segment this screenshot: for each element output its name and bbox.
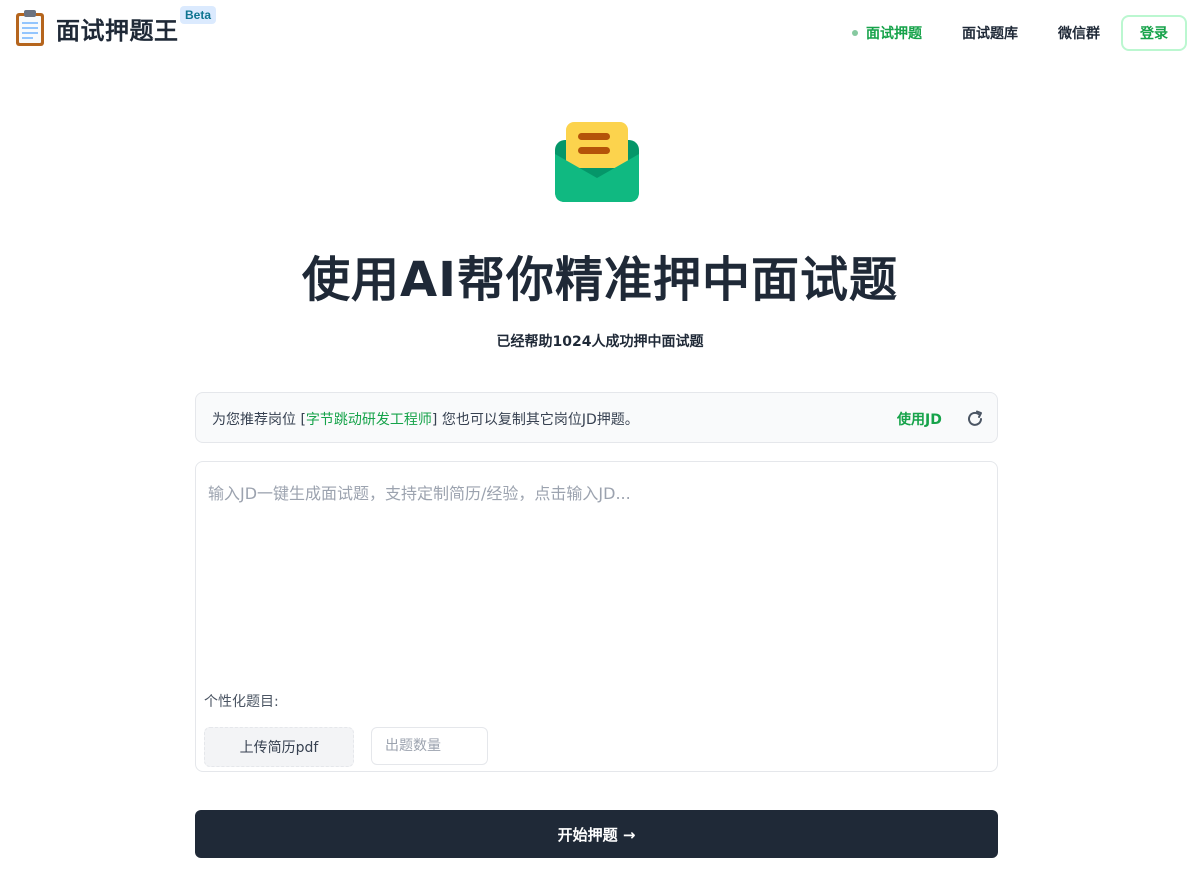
- nav-item-question-bank[interactable]: 面试题库: [962, 23, 1018, 43]
- envelope-icon: [555, 122, 639, 202]
- recommend-bar: 为您推荐岗位 [字节跳动研发工程师] 您也可以复制其它岗位JD押题。 使用JD: [195, 392, 998, 443]
- nav-item-interview-predict[interactable]: 面试押题: [852, 23, 922, 43]
- login-button[interactable]: 登录: [1121, 15, 1187, 51]
- nav-item-label: 微信群: [1058, 26, 1100, 42]
- logo[interactable]: 面试押题王: [14, 9, 179, 47]
- active-dot-icon: [852, 30, 858, 36]
- nav-item-wechat-group[interactable]: 微信群: [1058, 23, 1100, 43]
- start-button[interactable]: 开始押题 →: [195, 810, 998, 858]
- hero-subtitle: 已经帮助1024人成功押中面试题: [496, 334, 704, 350]
- nav-item-label: 面试押题: [866, 26, 922, 42]
- jd-input[interactable]: [208, 480, 988, 680]
- recommended-job-link[interactable]: 字节跳动研发工程师: [306, 412, 432, 428]
- recommend-prefix: 为您推荐岗位 [: [212, 412, 306, 428]
- recommend-text: 为您推荐岗位 [字节跳动研发工程师] 您也可以复制其它岗位JD押题。: [212, 409, 639, 429]
- header: 面试押题王 Beta 面试押题 面试题库 微信群 登录: [0, 0, 1200, 66]
- question-count-input[interactable]: [371, 727, 488, 765]
- clipboard-icon: [16, 10, 44, 46]
- beta-badge: Beta: [180, 6, 217, 24]
- top-nav: 面试押题 面试题库 微信群 登录: [852, 15, 1187, 51]
- use-jd-button[interactable]: 使用JD: [897, 409, 942, 429]
- personalization-label: 个性化题目:: [204, 694, 279, 710]
- jd-panel: 个性化题目: 上传简历pdf: [195, 461, 998, 772]
- hero-title: 使用AI帮你精准押中面试题: [301, 252, 898, 308]
- upload-resume-button[interactable]: 上传简历pdf: [204, 727, 354, 767]
- refresh-icon[interactable]: [965, 409, 985, 429]
- nav-item-label: 面试题库: [962, 26, 1018, 42]
- recommend-suffix: ] 您也可以复制其它岗位JD押题。: [431, 412, 639, 428]
- app-title: 面试押题王: [56, 16, 179, 45]
